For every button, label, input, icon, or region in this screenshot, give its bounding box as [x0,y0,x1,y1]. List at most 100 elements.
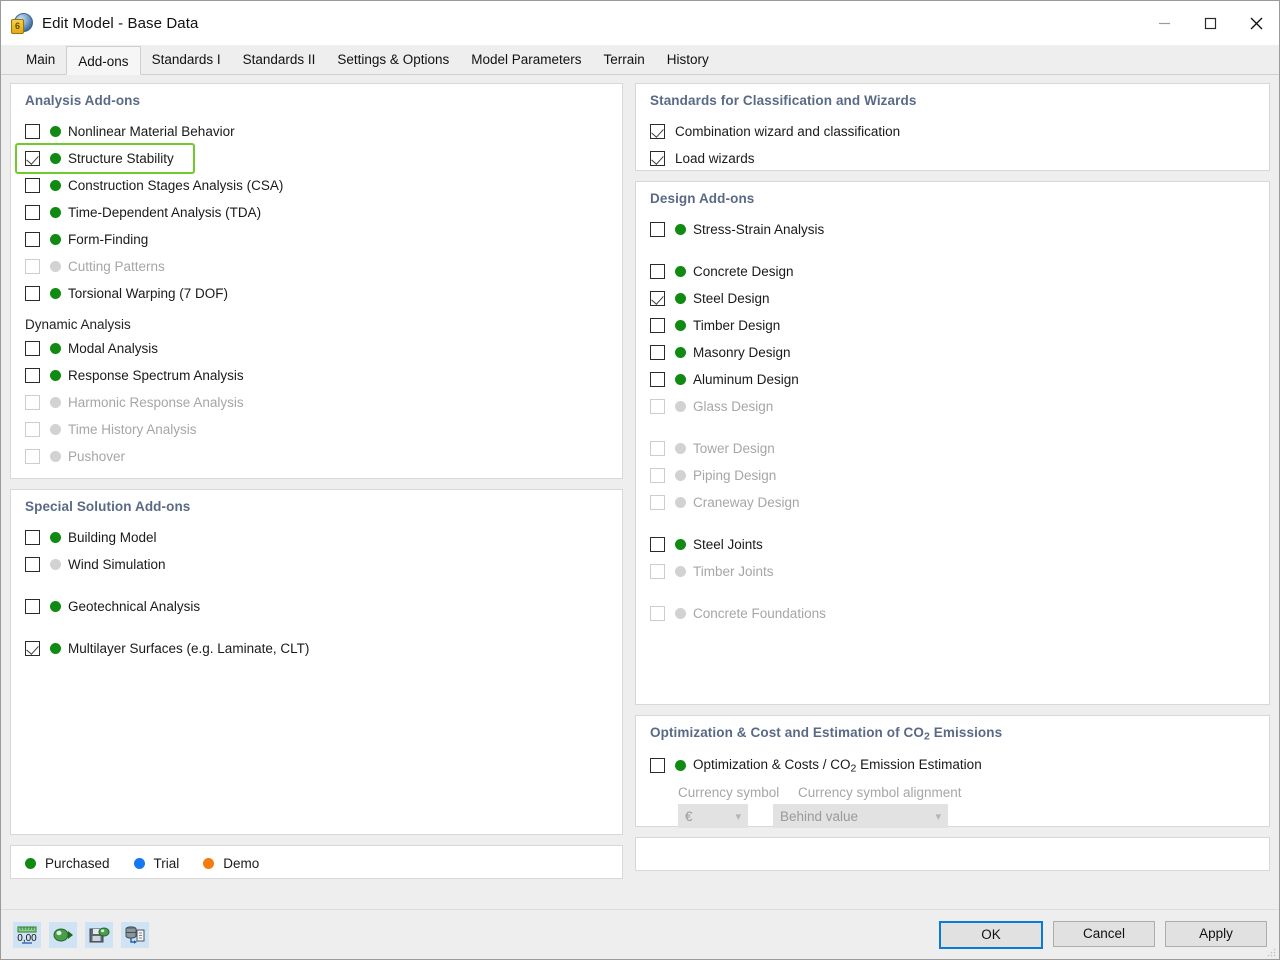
standards-wizards-title: Standards for Classification and Wizards [650,93,1255,108]
checkbox-masonry-design[interactable] [650,345,665,360]
import-model-icon[interactable] [49,922,77,948]
checkbox-row-response-spectrum-analysis[interactable]: Response Spectrum Analysis [25,362,608,389]
analysis-add-ons-title: Analysis Add-ons [25,93,608,108]
checkbox-row-timber-design[interactable]: Timber Design [650,312,1255,339]
currency-symbol-select[interactable]: € ▾ [678,804,748,828]
status-dot-purchased [675,374,686,385]
checkbox-row-masonry-design[interactable]: Masonry Design [650,339,1255,366]
checkbox-row-form-finding[interactable]: Form-Finding [25,226,608,253]
checkbox-combination-wizard[interactable] [650,124,665,139]
close-icon[interactable] [1233,1,1279,45]
label-timber-joints: Timber Joints [693,564,774,579]
checkbox-row-nonlinear-material-behavior[interactable]: Nonlinear Material Behavior [25,118,608,145]
status-dot-purchased [50,207,61,218]
checkbox-multilayer-surfaces[interactable] [25,641,40,656]
checkbox-torsional-warping[interactable] [25,286,40,301]
tab-settings-options[interactable]: Settings & Options [326,45,460,74]
resize-grip[interactable] [1266,947,1276,957]
label-construction-stages-analysis: Construction Stages Analysis (CSA) [68,178,283,193]
checkbox-steel-joints[interactable] [650,537,665,552]
apply-button[interactable]: Apply [1165,921,1267,947]
status-dot-unavailable [675,470,686,481]
checkbox-row-structure-stability[interactable]: Structure Stability [17,145,193,172]
checkbox-stress-strain-analysis[interactable] [650,222,665,237]
checkbox-row-optimization-costs[interactable]: Optimization & Costs / CO2 Emission Esti… [650,752,1255,779]
checkbox-row-geotechnical-analysis[interactable]: Geotechnical Analysis [25,593,608,620]
checkbox-geotechnical-analysis[interactable] [25,599,40,614]
checkbox-steel-design[interactable] [650,291,665,306]
checkbox-form-finding[interactable] [25,232,40,247]
status-dot-unavailable [50,261,61,272]
checkbox-row-modal-analysis[interactable]: Modal Analysis [25,335,608,362]
checkbox-concrete-design[interactable] [650,264,665,279]
checkbox-load-wizards[interactable] [650,151,665,166]
checkbox-aluminum-design[interactable] [650,372,665,387]
status-dot-unavailable [50,559,61,570]
status-dot-purchased [675,539,686,550]
label-geotechnical-analysis: Geotechnical Analysis [68,599,200,614]
status-dot-purchased [675,293,686,304]
units-icon[interactable]: 0,00 [13,922,41,948]
status-dot-unavailable [675,443,686,454]
tab-add-ons[interactable]: Add-ons [66,46,140,75]
tab-history[interactable]: History [656,45,720,74]
tab-standards-ii[interactable]: Standards II [232,45,327,74]
checkbox-row-time-dependent-analysis[interactable]: Time-Dependent Analysis (TDA) [25,199,608,226]
checkbox-optimization-costs[interactable] [650,758,665,773]
checkbox-row-combination-wizard[interactable]: Combination wizard and classification [650,118,1255,145]
checkbox-row-stress-strain-analysis[interactable]: Stress-Strain Analysis [650,216,1255,243]
checkbox-row-load-wizards[interactable]: Load wizards [650,145,1255,172]
checkbox-structure-stability[interactable] [25,151,40,166]
checkbox-row-aluminum-design[interactable]: Aluminum Design [650,366,1255,393]
maximize-icon[interactable] [1187,1,1233,45]
checkbox-nonlinear-material-behavior[interactable] [25,124,40,139]
currency-alignment-select[interactable]: Behind value ▾ [773,804,948,828]
checkbox-row-wind-simulation[interactable]: Wind Simulation [25,551,608,578]
tab-main[interactable]: Main [15,45,66,74]
cancel-button[interactable]: Cancel [1053,921,1155,947]
checkbox-timber-design[interactable] [650,318,665,333]
checkbox-row-steel-joints[interactable]: Steel Joints [650,531,1255,558]
tab-terrain[interactable]: Terrain [593,45,656,74]
checkbox-row-multilayer-surfaces[interactable]: Multilayer Surfaces (e.g. Laminate, CLT) [25,635,608,662]
label-multilayer-surfaces: Multilayer Surfaces (e.g. Laminate, CLT) [68,641,309,656]
label-response-spectrum-analysis: Response Spectrum Analysis [68,368,244,383]
label-optimization-costs: Optimization & Costs / CO2 Emission Esti… [693,757,982,774]
checkbox-row-steel-design[interactable]: Steel Design [650,285,1255,312]
label-modal-analysis: Modal Analysis [68,341,158,356]
tab-model-parameters[interactable]: Model Parameters [460,45,592,74]
checkbox-row-torsional-warping[interactable]: Torsional Warping (7 DOF) [25,280,608,307]
tab-standards-i[interactable]: Standards I [141,45,232,74]
status-dot-unavailable [675,497,686,508]
chevron-down-icon: ▾ [935,810,941,823]
label-building-model: Building Model [68,530,157,545]
checkbox-construction-stages-analysis[interactable] [25,178,40,193]
dynamic-analysis-subheading: Dynamic Analysis [25,317,608,332]
checkbox-row-building-model[interactable]: Building Model [25,524,608,551]
checkbox-modal-analysis[interactable] [25,341,40,356]
checkbox-time-dependent-analysis[interactable] [25,205,40,220]
checkbox-row-concrete-design[interactable]: Concrete Design [650,258,1255,285]
status-dot-unavailable [675,401,686,412]
add-ons-page: Analysis Add-ons Nonlinear Material Beha… [1,75,1279,909]
save-model-icon[interactable] [85,922,113,948]
checkbox-row-construction-stages-analysis[interactable]: Construction Stages Analysis (CSA) [25,172,608,199]
status-dot-unavailable [50,397,61,408]
checkbox-row-cutting-patterns: Cutting Patterns [25,253,608,280]
special-solution-add-ons-panel: Special Solution Add-ons Building Model … [10,489,623,835]
label-aluminum-design: Aluminum Design [693,372,799,387]
minimize-icon[interactable] [1141,1,1187,45]
label-time-history-analysis: Time History Analysis [68,422,197,437]
currency-alignment-value: Behind value [780,809,858,824]
legend-label-trial: Trial [154,856,180,871]
status-dot-purchased [675,266,686,277]
checkbox-wind-simulation[interactable] [25,557,40,572]
checkbox-response-spectrum-analysis[interactable] [25,368,40,383]
ok-button[interactable]: OK [939,921,1043,949]
checkbox-concrete-foundations [650,606,665,621]
checkbox-building-model[interactable] [25,530,40,545]
label-stress-strain-analysis: Stress-Strain Analysis [693,222,824,237]
database-export-icon[interactable] [121,922,149,948]
label-torsional-warping: Torsional Warping (7 DOF) [68,286,228,301]
label-masonry-design: Masonry Design [693,345,791,360]
